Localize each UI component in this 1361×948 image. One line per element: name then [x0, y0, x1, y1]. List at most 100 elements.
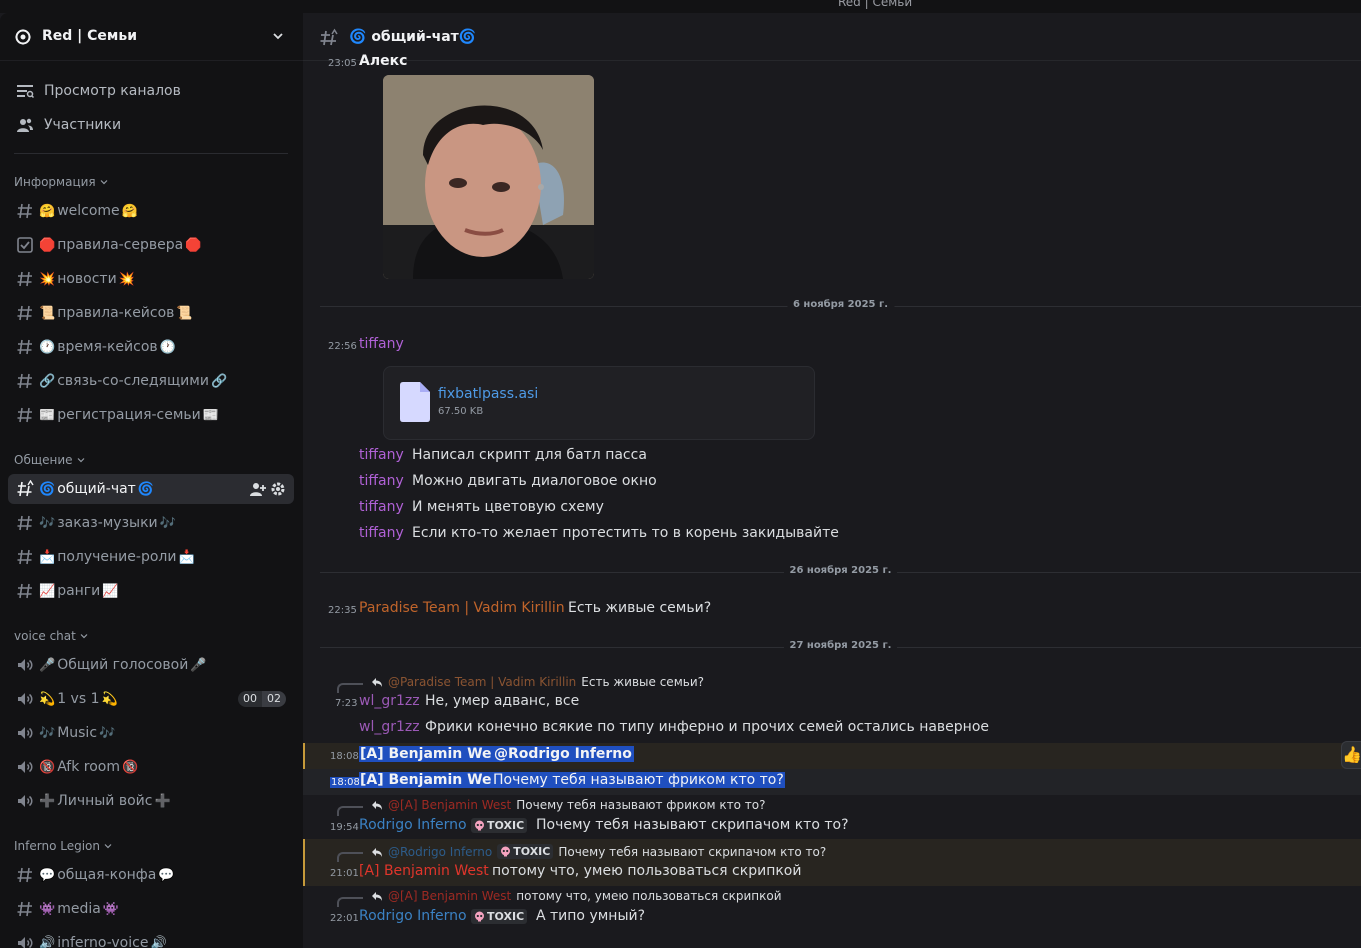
channel-general-conference[interactable]: 💬 общая-конфа 💬: [8, 860, 294, 890]
chevron-down-icon: [80, 634, 88, 639]
add-reaction-button[interactable]: 👍: [1341, 741, 1361, 769]
voice-channel-inferno[interactable]: 🔊 inferno-voice 🔊: [8, 928, 294, 948]
channel-emoji: 💥: [39, 271, 56, 287]
chevron-down-icon: [104, 844, 112, 849]
reply-preview[interactable]: @[A] Benjamin West Почему тебя называют …: [371, 798, 765, 812]
message-author[interactable]: Rodrigo Inferno TOXIC: [359, 908, 528, 924]
date-divider: 27 ноября 2025 г.: [320, 640, 1361, 651]
hash-icon: [17, 373, 32, 389]
reply-preview[interactable]: @[A] Benjamin West потому что, умею поль…: [371, 889, 782, 903]
reply-preview[interactable]: @Rodrigo Inferno TOXIC Почему тебя назыв…: [371, 844, 826, 859]
channel-name: получение-роли: [57, 549, 177, 565]
file-attachment[interactable]: fixbatlpass.asi 67.50 KB: [383, 366, 815, 440]
channel-emoji: 🔞: [39, 759, 56, 775]
channel-server-rules[interactable]: 🛑 правила-сервера 🛑: [8, 230, 294, 260]
category-info[interactable]: Информация: [14, 175, 108, 189]
image-attachment[interactable]: [383, 75, 594, 279]
message-author[interactable]: Rodrigo Inferno TOXIC: [359, 817, 528, 833]
browse-channels-link[interactable]: Просмотр каналов: [8, 76, 294, 106]
channel-general-chat[interactable]: 🌀 общий-чат 🌀: [8, 474, 294, 504]
message-list: 23:05 Алекс 6 ноября 2025 г. 22:56 tiffa…: [303, 53, 1361, 948]
channel-media[interactable]: 👾 media 👾: [8, 894, 294, 924]
invite-member-icon[interactable]: [250, 481, 266, 497]
message-author[interactable]: Paradise Team | Vadim Kirillin: [359, 600, 565, 616]
file-name-link[interactable]: fixbatlpass.asi: [438, 386, 538, 402]
channel-case-time[interactable]: 🕐 время-кейсов 🕐: [8, 332, 294, 362]
chevron-down-icon[interactable]: [272, 30, 284, 42]
channel-emoji: 🌀: [137, 481, 155, 497]
speaker-icon: [18, 937, 33, 948]
message-author[interactable]: tiffany: [359, 473, 404, 489]
reply-preview[interactable]: @Paradise Team | Vadim Kirillin Есть жив…: [371, 675, 704, 689]
channel-get-role[interactable]: 📩 получение-роли 📩: [8, 542, 294, 572]
message-author[interactable]: [A] Benjamin West: [359, 746, 508, 762]
reply-icon: [372, 892, 382, 901]
channel-music-order[interactable]: 🎶 заказ-музыки 🎶: [8, 508, 294, 538]
category-chat[interactable]: Общение: [14, 453, 85, 467]
channel-family-registration[interactable]: 📰 регистрация-семьи 📰: [8, 400, 294, 430]
channel-welcome[interactable]: 🤗 welcome 🤗: [8, 196, 294, 226]
channel-emoji: 🔊: [150, 935, 167, 948]
voice-channel-personal[interactable]: ➕ Личный войс ➕: [8, 786, 294, 816]
members-icon: [17, 118, 33, 132]
channel-emoji: 👾: [102, 901, 119, 917]
channel-emoji: 📩: [39, 549, 56, 565]
message-author[interactable]: tiffany: [359, 525, 404, 541]
category-inferno-legion[interactable]: Inferno Legion: [14, 839, 112, 853]
channel-contact-watchers[interactable]: 🔗 связь-со-следящими 🔗: [8, 366, 294, 396]
user-mention[interactable]: @Rodrigo Inferno: [492, 746, 634, 762]
channel-emoji: 💬: [158, 867, 175, 883]
channel-case-rules[interactable]: 📜 правила-кейсов 📜: [8, 298, 294, 328]
channel-name: ранги: [57, 583, 101, 599]
hash-icon: [17, 339, 32, 355]
category-label: Inferno Legion: [14, 839, 100, 853]
message-text: Не, умер адванс, все: [425, 693, 580, 709]
message-text: А типо умный?: [536, 908, 646, 924]
category-voice-chat[interactable]: voice chat: [14, 629, 88, 643]
category-label: Информация: [14, 175, 96, 189]
members-link[interactable]: Участники: [8, 110, 294, 140]
reply-username[interactable]: @Paradise Team | Vadim Kirillin: [388, 675, 576, 689]
channel-news[interactable]: 💥 новости 💥: [8, 264, 294, 294]
message-author[interactable]: wl_gr1zz: [359, 719, 420, 735]
gear-icon[interactable]: [270, 481, 286, 497]
message-author[interactable]: [A] Benjamin West: [359, 772, 508, 788]
message-author[interactable]: tiffany: [359, 447, 404, 463]
voice-channel-1v1[interactable]: 💫 1 vs 1 💫 00 02: [8, 684, 294, 714]
message-author[interactable]: tiffany: [359, 499, 404, 515]
role-tag: TOXIC: [471, 817, 528, 833]
channel-name: 1 vs 1: [57, 691, 100, 707]
voice-channel-music[interactable]: 🎶 Music 🎶: [8, 718, 294, 748]
reply-username[interactable]: @[A] Benjamin West: [388, 889, 511, 903]
channel-ranks[interactable]: 📈 ранги 📈: [8, 576, 294, 606]
author-name: Rodrigo Inferno: [359, 817, 467, 833]
message-author[interactable]: wl_gr1zz: [359, 693, 420, 709]
skull-icon: [475, 820, 485, 830]
guild-header[interactable]: Red | Семьи: [0, 13, 303, 61]
channel-name: Общий голосовой: [57, 657, 189, 673]
category-label: voice chat: [14, 629, 76, 643]
voice-channel-afk[interactable]: 🔞 Afk room 🔞: [8, 752, 294, 782]
channel-name: правила-кейсов: [57, 305, 175, 321]
message-author[interactable]: tiffany: [359, 336, 404, 352]
reply-username[interactable]: @[A] Benjamin West: [388, 798, 511, 812]
chevron-down-icon: [77, 458, 84, 463]
reply-text: Почему тебя называют скрипачом кто то?: [558, 844, 827, 859]
channel-emoji: 🌀: [39, 481, 56, 497]
message-author[interactable]: [A] Benjamin West: [359, 863, 489, 879]
message-author[interactable]: Алекс: [359, 53, 407, 69]
message-timestamp: 19:54: [330, 822, 359, 833]
reply-username[interactable]: @Rodrigo Inferno: [388, 845, 492, 859]
channel-name: media: [57, 901, 101, 917]
channel-name: welcome: [57, 203, 120, 219]
voice-channel-general[interactable]: 🎤 Общий голосовой 🎤: [8, 650, 294, 680]
channel-emoji: 📰: [202, 407, 219, 423]
channel-name: общая-конфа: [57, 867, 157, 883]
current-users: 00: [238, 691, 262, 707]
browse-channels-label: Просмотр каналов: [44, 83, 181, 99]
title-bar: Red | Семьи: [0, 0, 1361, 13]
message-text: Фрики конечно всякие по типу инферно и п…: [425, 719, 990, 735]
reply-text: Есть живые семьи?: [581, 675, 704, 689]
role-tag: TOXIC: [471, 908, 528, 924]
channel-emoji: 🔞: [121, 759, 139, 775]
